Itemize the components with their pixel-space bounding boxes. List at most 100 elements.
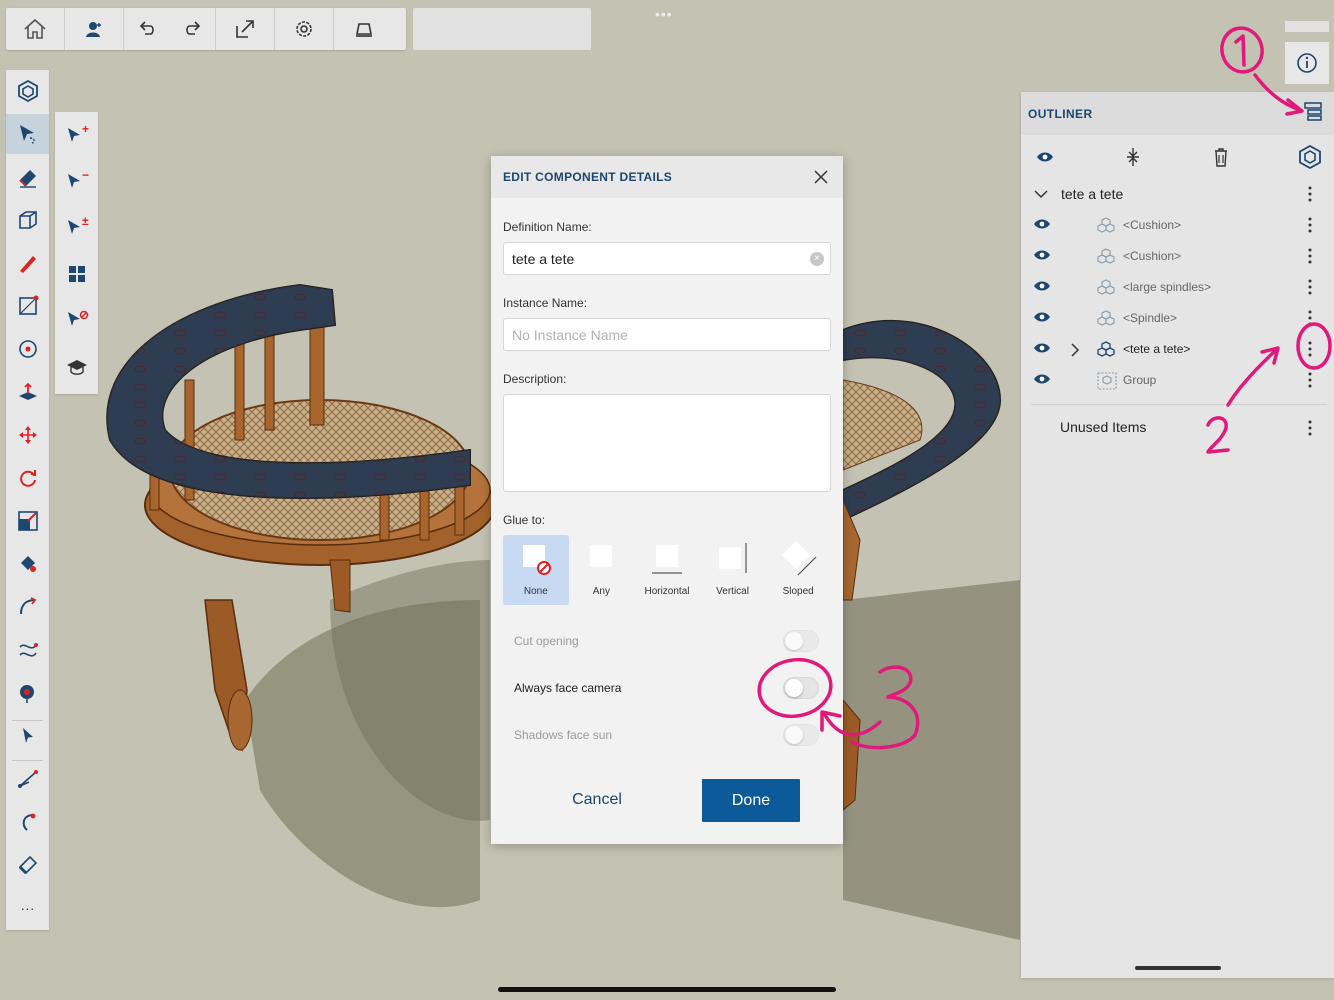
eye-icon[interactable] [1030, 142, 1060, 172]
select-toggle-icon[interactable]: ± [55, 206, 98, 250]
more-icon[interactable] [1305, 340, 1315, 360]
more-icon[interactable] [1305, 247, 1315, 267]
offset-icon[interactable] [6, 802, 49, 842]
glue-sloped-icon [782, 541, 817, 576]
pointer-icon[interactable] [6, 716, 49, 756]
select-add-icon[interactable]: + [55, 114, 98, 158]
more-icon[interactable] [1305, 419, 1315, 442]
select-tool-icon[interactable] [6, 114, 49, 154]
paint-bucket-icon[interactable] [6, 544, 49, 584]
rectangle-icon[interactable] [6, 286, 49, 326]
eraser-icon[interactable] [6, 157, 49, 197]
eye-icon[interactable] [1033, 373, 1051, 388]
info-icon[interactable] [1285, 42, 1329, 84]
move-icon[interactable] [6, 415, 49, 455]
definition-name-value: tete a tete [512, 250, 575, 267]
settings-icon[interactable] [275, 8, 334, 50]
outliner-root-item[interactable]: tete a tete [1033, 179, 1323, 209]
cut-opening-toggle[interactable] [783, 630, 819, 652]
outliner-item[interactable]: <Spindle> [1021, 303, 1334, 334]
outliner-item-label: <tete a tete> [1123, 342, 1191, 356]
outliner-item-label: <Cushion> [1123, 249, 1182, 263]
glue-vertical-label: Vertical [716, 586, 749, 597]
cancel-button[interactable]: Cancel [547, 780, 647, 820]
outliner-item[interactable]: <Cushion> [1021, 241, 1334, 272]
instance-name-field[interactable]: No Instance Name [503, 318, 831, 351]
shadows-face-sun-toggle[interactable] [783, 724, 819, 746]
more-icon[interactable] [1305, 371, 1315, 391]
glue-any-option[interactable]: Any [569, 535, 635, 605]
chevron-down-icon[interactable] [1033, 189, 1049, 199]
outliner-item[interactable]: <tete a tete> [1021, 334, 1334, 365]
learn-icon[interactable] [55, 346, 98, 390]
path-icon[interactable] [6, 630, 49, 670]
group-icon [1097, 372, 1117, 393]
more-icon[interactable] [1305, 278, 1315, 298]
glue-vertical-option[interactable]: Vertical [700, 535, 766, 605]
more-icon[interactable]: ··· [6, 888, 49, 928]
tag-icon[interactable] [6, 845, 49, 885]
tape-measure-icon[interactable] [6, 673, 49, 713]
outliner-header: OUTLINER [1021, 92, 1334, 135]
unused-items-label[interactable]: Unused Items [1060, 419, 1146, 435]
trash-icon[interactable] [1206, 142, 1236, 172]
select-subtract-icon[interactable]: − [55, 160, 98, 204]
collapse-icon[interactable] [1118, 142, 1148, 172]
outliner-item-label: Group [1123, 373, 1157, 387]
instance-name-label: Instance Name: [503, 296, 588, 310]
clear-icon[interactable]: × [810, 252, 824, 266]
definition-name-field[interactable]: tete a tete × [503, 242, 831, 275]
3d-viewport[interactable]: ••• ··· + − ± EDIT COMPONENT DETAILS Def… [0, 0, 1334, 1000]
outliner-icon[interactable] [1302, 100, 1324, 127]
pencil-icon[interactable] [6, 243, 49, 283]
eye-icon[interactable] [1033, 249, 1051, 264]
push-pull-icon[interactable] [6, 372, 49, 412]
description-label: Description: [503, 372, 567, 386]
select-none-icon[interactable] [55, 298, 98, 342]
eye-icon[interactable] [1033, 342, 1051, 357]
close-icon[interactable] [811, 167, 831, 187]
search-field[interactable] [413, 8, 591, 50]
more-icon[interactable] [1305, 185, 1315, 206]
eye-icon[interactable] [1033, 311, 1051, 326]
outliner-item[interactable]: <Cushion> [1021, 210, 1334, 241]
done-button[interactable]: Done [702, 779, 800, 822]
always-face-camera-toggle[interactable] [783, 677, 819, 699]
outliner-item[interactable]: <large spindles> [1021, 272, 1334, 303]
profile-icon[interactable] [65, 8, 124, 50]
circle-icon[interactable] [6, 329, 49, 369]
select-all-icon[interactable] [55, 252, 98, 296]
cut-opening-row: Cut opening [503, 626, 831, 656]
home-icon[interactable] [6, 8, 65, 50]
rotate-icon[interactable] [6, 458, 49, 498]
more-icon[interactable] [1305, 216, 1315, 236]
components-icon[interactable] [6, 71, 49, 111]
outliner-item[interactable]: Group [1021, 365, 1334, 396]
xray-icon[interactable] [334, 8, 393, 50]
scale-icon[interactable] [6, 501, 49, 541]
box-icon[interactable] [6, 200, 49, 240]
component-icon [1097, 310, 1115, 331]
glue-options: None Any Horizontal Vertical Sloped [503, 535, 831, 605]
export-icon[interactable] [216, 8, 275, 50]
description-field[interactable] [503, 394, 831, 492]
home-indicator[interactable] [498, 987, 836, 992]
glue-horizontal-option[interactable]: Horizontal [634, 535, 700, 605]
panel-resize-handle[interactable] [1135, 966, 1221, 970]
eye-icon[interactable] [1033, 218, 1051, 233]
chevron-right-icon[interactable] [1070, 342, 1080, 361]
glue-none-option[interactable]: None [503, 535, 569, 605]
outliner-root-label: tete a tete [1061, 186, 1124, 202]
undo-icon[interactable] [124, 8, 170, 50]
component-icon [1097, 248, 1115, 269]
components-icon[interactable] [1295, 142, 1325, 172]
redo-icon[interactable] [170, 8, 216, 50]
panel-handle[interactable] [1285, 21, 1329, 32]
follow-me-icon[interactable] [6, 587, 49, 627]
glue-sloped-option[interactable]: Sloped [765, 535, 831, 605]
edit-component-dialog: EDIT COMPONENT DETAILS Definition Name: … [491, 156, 843, 844]
multitask-grip[interactable]: ••• [655, 6, 673, 22]
more-icon[interactable] [1305, 309, 1315, 329]
arc-icon[interactable] [6, 759, 49, 799]
eye-icon[interactable] [1033, 280, 1051, 295]
